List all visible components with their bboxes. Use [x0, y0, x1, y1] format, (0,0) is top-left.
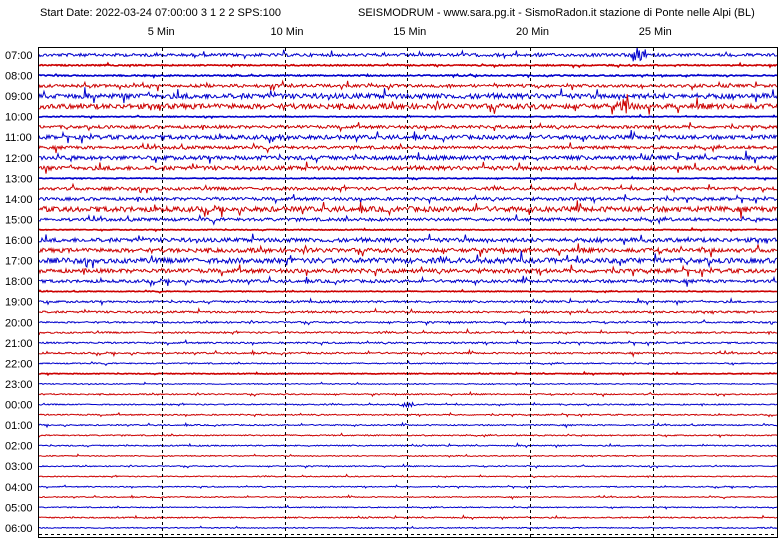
hour-label: 20:00 — [5, 317, 33, 329]
hour-label: 00:00 — [5, 400, 33, 412]
minute-gridlines — [39, 48, 777, 537]
hour-label: 22:00 — [5, 358, 33, 370]
hour-labels: 07:00 08:00 09:00 10:00 11:00 12:00 13:00 14:00… — [5, 50, 33, 535]
hour-label: 15:00 — [5, 214, 33, 226]
hour-label: 02:00 — [5, 441, 33, 453]
hour-label: 17:00 — [5, 256, 33, 268]
hour-label: 09:00 — [5, 91, 33, 103]
minute-tick-labels: 5 Min 10 Min 15 Min 20 Min 25 Min — [148, 26, 672, 38]
minute-tick-label: 5 Min — [148, 26, 175, 38]
hour-label: 21:00 — [5, 338, 33, 350]
hour-label: 18:00 — [5, 276, 33, 288]
hour-label: 03:00 — [5, 461, 33, 473]
trace-line — [38, 200, 778, 219]
minute-tick-label: 25 Min — [639, 26, 672, 38]
hour-label: 08:00 — [5, 71, 33, 83]
trace-line — [38, 243, 778, 258]
hour-label: 07:00 — [5, 50, 33, 62]
seismogram-window: Start Date: 2022-03-24 07:00:00 3 1 2 2 … — [0, 0, 778, 540]
trace-line — [38, 175, 778, 181]
minute-tick-label: 20 Min — [516, 26, 549, 38]
hour-label: 04:00 — [5, 482, 33, 494]
seismogram-chart: 5 Min 10 Min 15 Min 20 Min 25 Min 07:00 08:00… — [5, 26, 778, 538]
hour-label: 16:00 — [5, 235, 33, 247]
hour-label: 11:00 — [5, 132, 32, 144]
trace-line — [38, 87, 778, 104]
hour-label: 06:00 — [5, 523, 33, 535]
hour-label: 14:00 — [5, 194, 33, 206]
hour-label: 10:00 — [5, 112, 33, 124]
minute-tick-label: 15 Min — [393, 26, 426, 38]
trace-line — [38, 463, 778, 469]
hour-label: 12:00 — [5, 153, 33, 165]
hour-label: 05:00 — [5, 502, 33, 514]
hour-label: 23:00 — [5, 379, 33, 391]
minute-tick-label: 10 Min — [271, 26, 304, 38]
hour-label: 19:00 — [5, 297, 33, 309]
hour-label: 01:00 — [5, 420, 33, 432]
hour-label: 13:00 — [5, 173, 33, 185]
